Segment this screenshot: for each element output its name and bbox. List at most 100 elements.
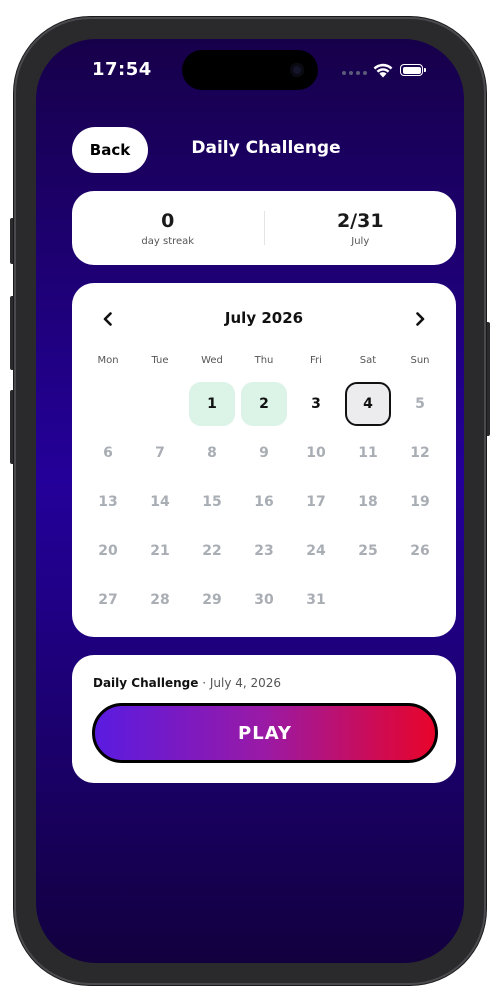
calendar-header: July 2026 [72,305,456,333]
calendar-day-locked: 19 [410,493,430,510]
calendar-day-locked: 10 [306,444,326,461]
calendar-day-cell: 24 [290,526,342,575]
calendar-month-label: July 2026 [224,309,304,327]
progress-stat: 2/31 July [265,191,457,265]
calendar-day-completed[interactable]: 1 [189,381,235,426]
calendar-day-cell: 19 [394,477,446,526]
calendar-day-cell: 21 [134,526,186,575]
calendar-day-cell: 15 [186,477,238,526]
calendar-day-locked: 6 [103,444,113,461]
calendar-day-locked: 25 [358,542,378,559]
weekday-label: Sun [410,355,430,366]
calendar-day-locked: 27 [98,591,118,608]
calendar-day-cell: 3 [290,379,342,428]
stats-card: 0 day streak 2/31 July [72,191,456,265]
progress-value: 2/31 [336,209,384,232]
progress-label: July [351,235,370,247]
phone-frame: 17:54 Back Daily Challenge 0 day streak … [14,17,486,985]
calendar-day-cell: 16 [238,477,290,526]
calendar-day-locked: 20 [98,542,118,559]
calendar-day-locked: 16 [254,493,274,510]
calendar-day-cell: 5 [394,379,446,428]
calendar-day-locked: 8 [207,444,217,461]
prev-month-button[interactable] [94,305,122,333]
challenge-separator: · [202,676,207,690]
calendar-day-cell: 23 [238,526,290,575]
play-button[interactable]: PLAY [92,703,438,763]
weekday-label: Mon [97,355,119,366]
chevron-left-icon [103,312,112,326]
calendar-day-cell: 28 [134,575,186,624]
calendar-day-cell: 9 [238,428,290,477]
calendar-day-locked: 31 [306,591,326,608]
calendar-card: July 2026 Mon Tue Wed Thu Fri Sat Sun 12… [72,283,456,637]
calendar-day-cell: 13 [82,477,134,526]
app-screen: 17:54 Back Daily Challenge 0 day streak … [36,39,464,963]
calendar-day-cell: 4 [342,379,394,428]
calendar-day-locked: 26 [410,542,430,559]
calendar-day-locked: 23 [254,542,274,559]
calendar-day-locked: 24 [306,542,326,559]
challenge-name: Daily Challenge [93,676,199,690]
calendar-empty-cell [82,379,134,428]
streak-value: 0 [161,209,175,232]
calendar-empty-cell [134,379,186,428]
calendar-day-cell: 27 [82,575,134,624]
calendar-day-cell: 31 [290,575,342,624]
cellular-signal-icon [342,71,367,75]
calendar-day-grid: 1 2 3 4 5 6 7 8 9 10 11 12 13 14 15 16 17 18 19 20 21 22 23 24 2… [82,379,446,624]
calendar-day-locked: 18 [358,493,378,510]
weekday-label: Thu [254,355,274,366]
calendar-day-locked: 5 [415,395,425,412]
weekday-label: Tue [151,355,169,366]
calendar-day-cell: 25 [342,526,394,575]
calendar-day-cell: 10 [290,428,342,477]
challenge-info: Daily Challenge · July 4, 2026 [93,676,281,690]
calendar-day-selected[interactable]: 4 [345,381,391,426]
calendar-day-locked: 17 [306,493,326,510]
calendar-day-locked: 21 [150,542,170,559]
weekday-label: Wed [201,355,223,366]
chevron-right-icon [416,312,425,326]
calendar-day-cell: 30 [238,575,290,624]
calendar-day-locked: 30 [254,591,274,608]
streak-label: day streak [141,235,195,247]
calendar-day-cell: 12 [394,428,446,477]
calendar-day-cell: 7 [134,428,186,477]
dynamic-island [182,50,318,90]
streak-stat: 0 day streak [72,191,264,265]
calendar-day-locked: 15 [202,493,222,510]
calendar-day-locked: 11 [358,444,378,461]
calendar-day-available[interactable]: 3 [293,382,339,426]
calendar-day-cell: 26 [394,526,446,575]
calendar-day-cell: 6 [82,428,134,477]
calendar-day-cell: 2 [238,379,290,428]
calendar-day-locked: 29 [202,591,222,608]
calendar-day-cell: 20 [82,526,134,575]
weekday-row: Mon Tue Wed Thu Fri Sat Sun [82,355,446,366]
status-time: 17:54 [92,59,152,80]
challenge-date: July 4, 2026 [209,676,282,690]
next-month-button[interactable] [406,305,434,333]
calendar-day-cell: 22 [186,526,238,575]
calendar-day-cell: 14 [134,477,186,526]
calendar-day-cell: 18 [342,477,394,526]
play-card: Daily Challenge · July 4, 2026 PLAY [72,655,456,783]
calendar-day-cell: 8 [186,428,238,477]
calendar-day-locked: 22 [202,542,222,559]
weekday-label: Sat [359,355,377,366]
calendar-day-cell: 17 [290,477,342,526]
calendar-day-locked: 28 [150,591,170,608]
page-title: Daily Challenge [191,138,341,158]
calendar-day-cell: 29 [186,575,238,624]
calendar-day-completed[interactable]: 2 [241,381,287,426]
calendar-day-locked: 14 [150,493,170,510]
calendar-day-locked: 9 [259,444,269,461]
calendar-day-locked: 13 [98,493,118,510]
battery-icon [400,64,426,76]
wifi-icon [373,63,393,78]
calendar-day-cell: 11 [342,428,394,477]
back-button[interactable]: Back [72,127,148,173]
camera-icon [290,63,304,77]
calendar-day-locked: 12 [410,444,430,461]
